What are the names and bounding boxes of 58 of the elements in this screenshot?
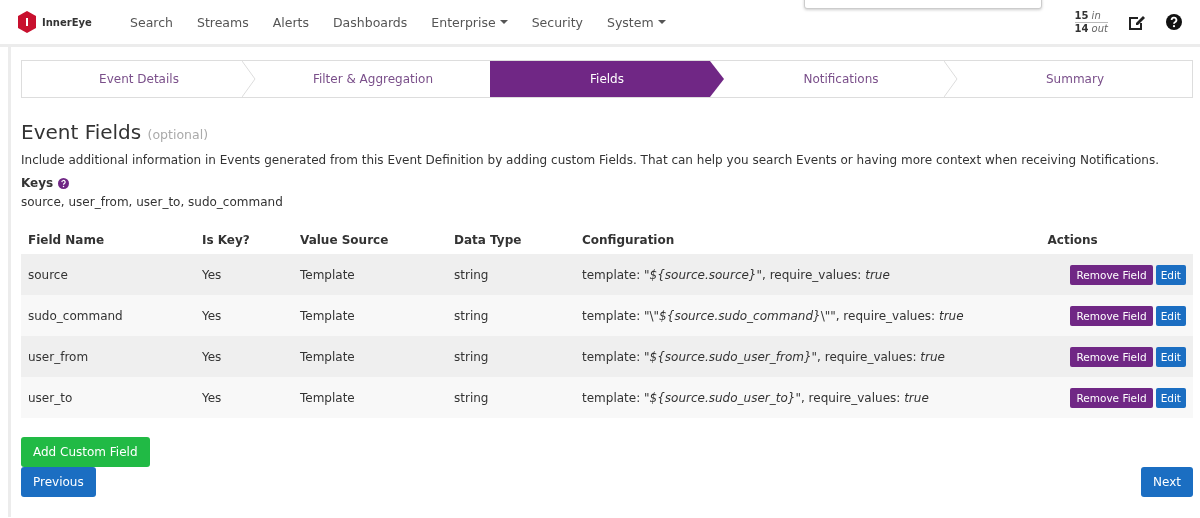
section-title: Event Fields (21, 120, 142, 144)
column-header: Data Type (454, 233, 522, 247)
table-cell: template: "${source.source}", require_values: true (582, 267, 890, 282)
optional-note: (optional) (147, 127, 208, 142)
caret-icon (499, 20, 508, 24)
previous-button[interactable]: Previous (21, 467, 96, 497)
nav-link[interactable]: Streams (184, 14, 261, 30)
nav-link[interactable]: Search (118, 14, 185, 30)
keys-value: source, user_from, user_to, sudo_command (21, 195, 284, 209)
table-cell: string (454, 308, 489, 323)
next-button[interactable]: Next (1141, 467, 1193, 497)
edit-button[interactable]: Edit (1155, 346, 1186, 367)
table-cell: Template (300, 267, 355, 282)
description-text: Include additional information in Events generated from this Event Definition by adding custom Fields. That can help you search Events or having more context when receiving Notifications. (21, 153, 1160, 167)
brand-name[interactable]: InnerEye (42, 16, 92, 28)
table-cell: Template (300, 390, 355, 405)
help-icon[interactable] (1166, 14, 1182, 30)
nav-link[interactable]: Alerts (260, 14, 321, 30)
column-header: Actions (1047, 233, 1098, 247)
table-cell: Template (300, 349, 355, 364)
remove-field-button[interactable]: Remove Field (1070, 305, 1153, 326)
nav-link[interactable]: Enterprise (419, 14, 520, 30)
table-cell: string (454, 267, 489, 282)
edit-button[interactable]: Edit (1155, 387, 1186, 408)
table-cell: Yes (202, 349, 222, 364)
nav-link[interactable]: System (595, 14, 678, 30)
table-cell: user_from (28, 349, 89, 364)
nav-link[interactable]: Security (519, 14, 595, 30)
keys-label: Keys (21, 176, 54, 190)
nav-link[interactable]: Dashboards (321, 14, 420, 30)
table-cell: Template (300, 308, 355, 323)
table-cell: Yes (202, 267, 222, 282)
column-header: Is Key? (202, 233, 250, 247)
column-header: Field Name (28, 233, 105, 247)
table-cell: string (454, 390, 489, 405)
remove-field-button[interactable]: Remove Field (1070, 264, 1153, 285)
table-cell: user_to (28, 390, 73, 405)
help-icon[interactable] (58, 177, 70, 189)
throughput-in: 15 in (1074, 9, 1102, 22)
table-cell: Yes (202, 390, 222, 405)
table-cell: template: "${source.sudo_user_from}", require_values: true (582, 349, 945, 364)
table-cell: string (454, 349, 489, 364)
remove-field-button[interactable]: Remove Field (1070, 346, 1153, 367)
table-cell: Yes (202, 308, 222, 323)
table-cell: sudo_command (28, 308, 123, 323)
caret-icon (657, 20, 666, 24)
table-cell: template: "${source.sudo_user_to}", require_values: true (582, 390, 929, 405)
wizard-step[interactable]: Fields (490, 61, 724, 97)
throughput-out: 14 out (1074, 21, 1108, 35)
table-cell: source (28, 267, 68, 282)
edit-button[interactable]: Edit (1155, 305, 1186, 326)
column-header: Value Source (300, 233, 389, 247)
column-header: Configuration (582, 233, 675, 247)
logo-icon (17, 11, 37, 33)
edit-button[interactable]: Edit (1155, 264, 1186, 285)
table-cell: template: "\"${source.sudo_command}\"", require_values: true (582, 308, 964, 323)
edit-icon[interactable] (1128, 13, 1146, 31)
remove-field-button[interactable]: Remove Field (1070, 387, 1153, 408)
